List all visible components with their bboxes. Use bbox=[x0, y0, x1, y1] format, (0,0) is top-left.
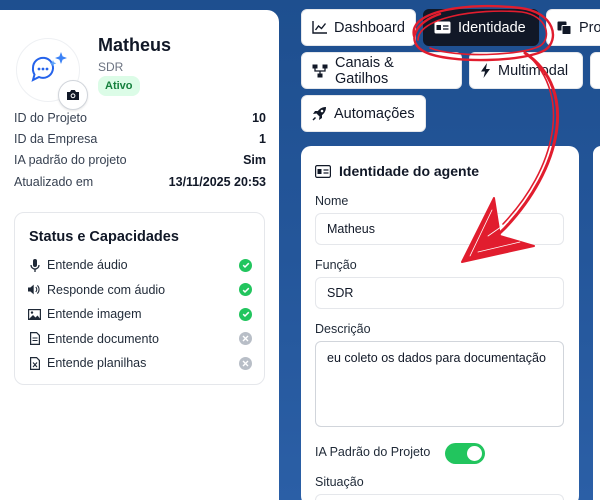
x-icon bbox=[239, 332, 252, 346]
name-input[interactable]: Matheus bbox=[315, 213, 564, 245]
agent-role: SDR bbox=[98, 60, 124, 74]
default-ai-toggle[interactable] bbox=[445, 443, 485, 464]
copy-icon bbox=[557, 21, 572, 35]
rocket-icon bbox=[312, 107, 326, 121]
id-card-icon bbox=[434, 21, 451, 34]
tab-label: Identidade bbox=[458, 19, 526, 36]
identity-title-text: Identidade do agente bbox=[339, 163, 480, 179]
capability-spreadsheet: Entende planilhas bbox=[28, 351, 252, 376]
description-label: Descrição bbox=[315, 322, 371, 336]
check-icon bbox=[239, 283, 252, 297]
tab-prompt[interactable]: Pro bbox=[546, 9, 600, 46]
capabilities-card: Status e Capacidades Entende áudio Respo… bbox=[14, 212, 265, 385]
role-label: Função bbox=[315, 258, 357, 272]
capability-document: Entende documento bbox=[28, 327, 252, 352]
chart-line-icon bbox=[312, 21, 327, 34]
capability-label: Entende imagem bbox=[47, 307, 142, 322]
tab-label: Dashboard bbox=[334, 19, 405, 36]
capability-label: Responde com áudio bbox=[47, 282, 166, 297]
network-icon bbox=[312, 64, 328, 77]
situation-select[interactable] bbox=[315, 494, 564, 500]
change-photo-button[interactable] bbox=[58, 80, 88, 110]
meta-value: Sim bbox=[243, 153, 266, 168]
camera-icon bbox=[67, 90, 79, 100]
check-icon bbox=[239, 307, 252, 321]
tab-multimodal[interactable]: Multimodal bbox=[469, 52, 583, 89]
meta-value: 13/11/2025 20:53 bbox=[168, 174, 266, 189]
meta-label: ID da Empresa bbox=[14, 131, 98, 146]
bolt-icon bbox=[481, 63, 490, 78]
meta-label: ID do Projeto bbox=[14, 110, 87, 125]
x-icon bbox=[239, 356, 252, 370]
description-textarea[interactable]: eu coleto os dados para documentação bbox=[315, 341, 564, 427]
speaker-icon bbox=[28, 283, 41, 296]
microphone-icon bbox=[28, 258, 41, 272]
tab-canais-gatilhos[interactable]: Canais & Gatilhos bbox=[301, 52, 462, 89]
status-badge: Ativo bbox=[98, 76, 140, 96]
agent-name: Matheus bbox=[98, 35, 172, 55]
capability-label: Entende documento bbox=[47, 331, 159, 346]
tab-label: Multimodal bbox=[498, 62, 569, 79]
agent-profile-card: Matheus SDR Ativo ID do Projeto 10 ID da… bbox=[0, 10, 279, 500]
tab-more[interactable] bbox=[590, 52, 600, 89]
id-card-icon bbox=[315, 164, 331, 178]
agent-identity-panel: Identidade do agente Nome Matheus Função… bbox=[301, 146, 579, 500]
capability-label: Entende áudio bbox=[47, 258, 128, 273]
meta-label: IA padrão do projeto bbox=[14, 153, 127, 168]
tab-automacoes[interactable]: Automações bbox=[301, 95, 426, 132]
side-panel-edge bbox=[593, 146, 600, 500]
capabilities-title: Status e Capacidades bbox=[29, 229, 179, 245]
tab-identidade[interactable]: Identidade bbox=[423, 9, 539, 46]
spreadsheet-icon bbox=[28, 356, 41, 370]
image-icon bbox=[28, 308, 41, 321]
tab-label: Canais & Gatilhos bbox=[335, 54, 394, 87]
capability-image: Entende imagem bbox=[28, 302, 252, 327]
meta-row-default-ai: IA padrão do projeto Sim bbox=[14, 150, 266, 171]
meta-row-updated-at: Atualizado em 13/11/2025 20:53 bbox=[14, 171, 266, 192]
name-label: Nome bbox=[315, 194, 349, 208]
document-icon bbox=[28, 332, 41, 346]
situation-label: Situação bbox=[315, 475, 364, 489]
tab-dashboard[interactable]: Dashboard bbox=[301, 9, 416, 46]
default-ai-label: IA Padrão do Projeto bbox=[315, 445, 431, 459]
capabilities-list: Entende áudio Responde com áudio Entende… bbox=[28, 253, 252, 376]
meta-row-project-id: ID do Projeto 10 bbox=[14, 107, 266, 128]
meta-row-company-id: ID da Empresa 1 bbox=[14, 128, 266, 149]
tab-label: Pro bbox=[579, 19, 600, 36]
role-input[interactable]: SDR bbox=[315, 277, 564, 309]
meta-value: 1 bbox=[259, 131, 266, 146]
capability-label: Entende planilhas bbox=[47, 356, 147, 371]
check-icon bbox=[239, 258, 252, 272]
meta-label: Atualizado em bbox=[14, 174, 94, 189]
capability-audio: Entende áudio bbox=[28, 253, 252, 278]
agent-avatar bbox=[16, 38, 88, 110]
capability-audio-reply: Responde com áudio bbox=[28, 278, 252, 303]
project-meta-list: ID do Projeto 10 ID da Empresa 1 IA padr… bbox=[14, 107, 266, 192]
meta-value: 10 bbox=[252, 110, 266, 125]
tab-label: Automações bbox=[334, 105, 415, 122]
identity-panel-title: Identidade do agente bbox=[315, 163, 479, 179]
